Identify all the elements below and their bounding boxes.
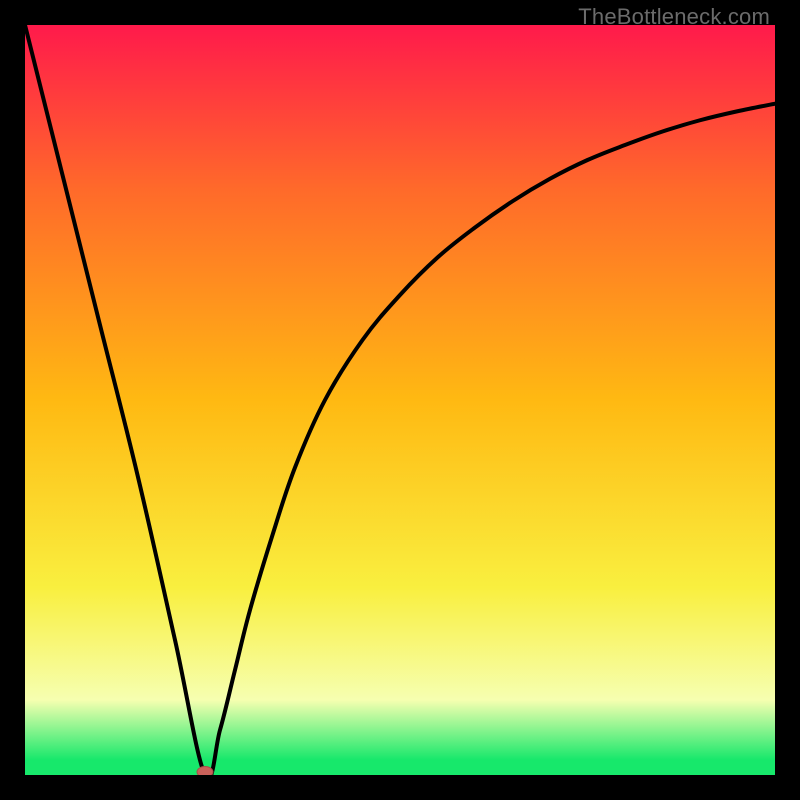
- chart-frame: [25, 25, 775, 775]
- chart-svg: [25, 25, 775, 775]
- minimum-marker: [197, 767, 213, 776]
- watermark-label: TheBottleneck.com: [578, 4, 770, 30]
- gradient-background: [25, 25, 775, 775]
